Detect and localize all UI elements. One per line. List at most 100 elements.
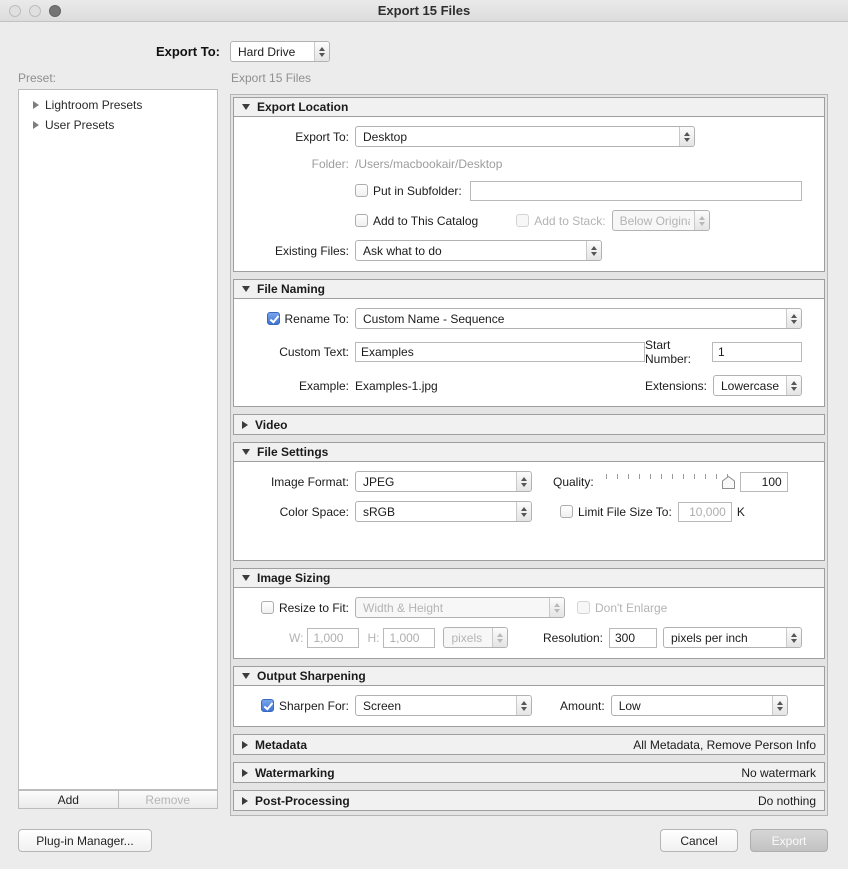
image-format-dropdown[interactable]: JPEG bbox=[355, 471, 532, 492]
watermarking-status: No watermark bbox=[741, 765, 816, 780]
disclosure-triangle-icon[interactable] bbox=[242, 796, 248, 805]
disclosure-triangle-icon[interactable] bbox=[242, 740, 248, 749]
color-space-dropdown[interactable]: sRGB bbox=[355, 501, 532, 522]
chevron-up-down-icon bbox=[693, 211, 709, 230]
chevron-up-down-icon bbox=[771, 696, 787, 715]
section-header-image-sizing[interactable]: Image Sizing bbox=[234, 569, 824, 588]
folder-label: Folder: bbox=[311, 156, 349, 171]
rename-to-checkbox[interactable] bbox=[266, 312, 280, 325]
resize-to-fit-checkbox[interactable] bbox=[260, 601, 274, 614]
resolution-input[interactable] bbox=[609, 627, 657, 648]
folder-path: /Users/macbookair/Desktop bbox=[355, 156, 503, 171]
amount-dropdown[interactable]: Low bbox=[610, 695, 788, 716]
add-to-catalog-checkbox[interactable] bbox=[355, 214, 368, 227]
section-watermarking: Watermarking No watermark bbox=[233, 762, 825, 783]
dont-enlarge-checkbox bbox=[577, 601, 590, 614]
width-input bbox=[307, 627, 360, 648]
rename-to-row: Rename To: Custom Name - Sequence bbox=[244, 308, 802, 329]
rename-template-dropdown[interactable]: Custom Name - Sequence bbox=[355, 308, 802, 329]
preset-list: Lightroom Presets User Presets bbox=[18, 89, 218, 790]
remove-preset-button: Remove bbox=[117, 790, 218, 809]
example-label: Example: bbox=[298, 378, 349, 393]
close-button[interactable] bbox=[9, 5, 21, 17]
minimize-button[interactable] bbox=[29, 5, 41, 17]
section-header-watermarking[interactable]: Watermarking No watermark bbox=[234, 763, 824, 782]
panel-header: Export 15 Files bbox=[231, 71, 312, 85]
disclosure-triangle-icon[interactable] bbox=[242, 449, 250, 455]
section-video: Video bbox=[233, 414, 825, 435]
section-header-file-naming[interactable]: File Naming bbox=[234, 280, 824, 299]
limit-file-size-checkbox[interactable] bbox=[560, 505, 573, 518]
slider-ticks bbox=[605, 474, 730, 479]
resize-to-fit-label: Resize to Fit: bbox=[278, 600, 349, 615]
export-to-label: Export To: bbox=[295, 129, 349, 144]
sidebar-item-user-presets[interactable]: User Presets bbox=[19, 115, 217, 135]
existing-files-row: Existing Files: Ask what to do bbox=[244, 240, 802, 261]
preset-item-label: Lightroom Presets bbox=[45, 98, 143, 112]
export-destination-dropdown[interactable]: Hard Drive bbox=[230, 41, 330, 62]
chevron-up-down-icon bbox=[679, 127, 694, 146]
put-in-subfolder-checkbox[interactable] bbox=[355, 184, 368, 197]
disclosure-triangle-icon[interactable] bbox=[33, 101, 39, 109]
section-header-file-settings[interactable]: File Settings bbox=[234, 443, 824, 462]
add-preset-button[interactable]: Add bbox=[18, 790, 119, 809]
add-to-stack-label: Add to Stack: bbox=[534, 213, 606, 228]
example-row: Example: Examples-1.jpg Extensions: Lowe… bbox=[244, 375, 802, 396]
window-controls bbox=[9, 5, 61, 17]
cancel-button[interactable]: Cancel bbox=[660, 829, 738, 852]
sharpen-for-label: Sharpen For: bbox=[278, 698, 349, 713]
window-title: Export 15 Files bbox=[377, 3, 471, 18]
zoom-button[interactable] bbox=[49, 5, 61, 17]
put-in-subfolder-label: Put in Subfolder: bbox=[373, 183, 462, 198]
section-post-processing: Post-Processing Do nothing bbox=[233, 790, 825, 811]
resolution-unit-dropdown[interactable]: pixels per inch bbox=[663, 627, 802, 648]
section-file-naming: File Naming Rename To: Custom Name - Seq… bbox=[233, 279, 825, 407]
post-processing-status: Do nothing bbox=[757, 793, 816, 808]
amount-label: Amount: bbox=[560, 698, 605, 713]
chevron-up-down-icon bbox=[516, 696, 531, 715]
disclosure-triangle-icon[interactable] bbox=[242, 575, 250, 581]
slider-thumb[interactable] bbox=[721, 476, 735, 489]
existing-files-dropdown[interactable]: Ask what to do bbox=[355, 240, 602, 261]
disclosure-triangle-icon[interactable] bbox=[242, 768, 248, 777]
limit-file-size-label: Limit File Size To: bbox=[578, 504, 672, 519]
disclosure-triangle-icon[interactable] bbox=[242, 286, 250, 292]
custom-text-input[interactable] bbox=[355, 342, 645, 362]
disclosure-triangle-icon[interactable] bbox=[242, 104, 250, 110]
sharpen-target-dropdown[interactable]: Screen bbox=[355, 695, 532, 716]
quality-value-input[interactable] bbox=[739, 471, 788, 492]
quality-slider[interactable] bbox=[604, 473, 735, 490]
disclosure-triangle-icon[interactable] bbox=[242, 420, 248, 429]
export-to-row: Export To: Desktop bbox=[244, 126, 802, 147]
disclosure-triangle-icon[interactable] bbox=[242, 673, 250, 679]
section-header-export-location[interactable]: Export Location bbox=[234, 98, 824, 117]
image-format-row: Image Format: JPEG Quality: bbox=[244, 471, 802, 492]
chevron-up-down-icon bbox=[516, 472, 531, 491]
chevron-up-down-icon bbox=[786, 628, 801, 647]
start-number-input[interactable] bbox=[712, 342, 802, 362]
chevron-up-down-icon bbox=[516, 502, 531, 521]
plugin-manager-button[interactable]: Plug-in Manager... bbox=[18, 829, 152, 852]
metadata-status: All Metadata, Remove Person Info bbox=[633, 737, 816, 752]
chevron-up-down-icon bbox=[786, 309, 801, 328]
sidebar-item-lightroom-presets[interactable]: Lightroom Presets bbox=[19, 95, 217, 115]
add-to-stack-dropdown: Below Original bbox=[611, 210, 710, 231]
disclosure-triangle-icon[interactable] bbox=[33, 121, 39, 129]
section-header-post-processing[interactable]: Post-Processing Do nothing bbox=[234, 791, 824, 810]
width-label: W: bbox=[289, 630, 304, 645]
export-to-dropdown[interactable]: Desktop bbox=[355, 126, 695, 147]
sharpen-for-checkbox[interactable] bbox=[260, 699, 274, 712]
dont-enlarge-label: Don't Enlarge bbox=[595, 600, 668, 615]
preset-actions: Add Remove bbox=[18, 790, 218, 809]
subfolder-name-input[interactable] bbox=[469, 180, 802, 201]
resolution-label: Resolution: bbox=[542, 630, 603, 645]
start-number-label: Start Number: bbox=[645, 338, 692, 366]
section-header-video[interactable]: Video bbox=[234, 415, 824, 434]
title-bar: Export 15 Files bbox=[0, 0, 848, 22]
export-button[interactable]: Export bbox=[750, 829, 828, 852]
folder-row: Folder: /Users/macbookair/Desktop bbox=[244, 156, 802, 171]
section-header-output-sharpening[interactable]: Output Sharpening bbox=[234, 667, 824, 686]
section-header-metadata[interactable]: Metadata All Metadata, Remove Person Inf… bbox=[234, 735, 824, 754]
section-image-sizing: Image Sizing Resize to Fit: Width & Heig… bbox=[233, 568, 825, 659]
extensions-dropdown[interactable]: Lowercase bbox=[713, 375, 802, 396]
